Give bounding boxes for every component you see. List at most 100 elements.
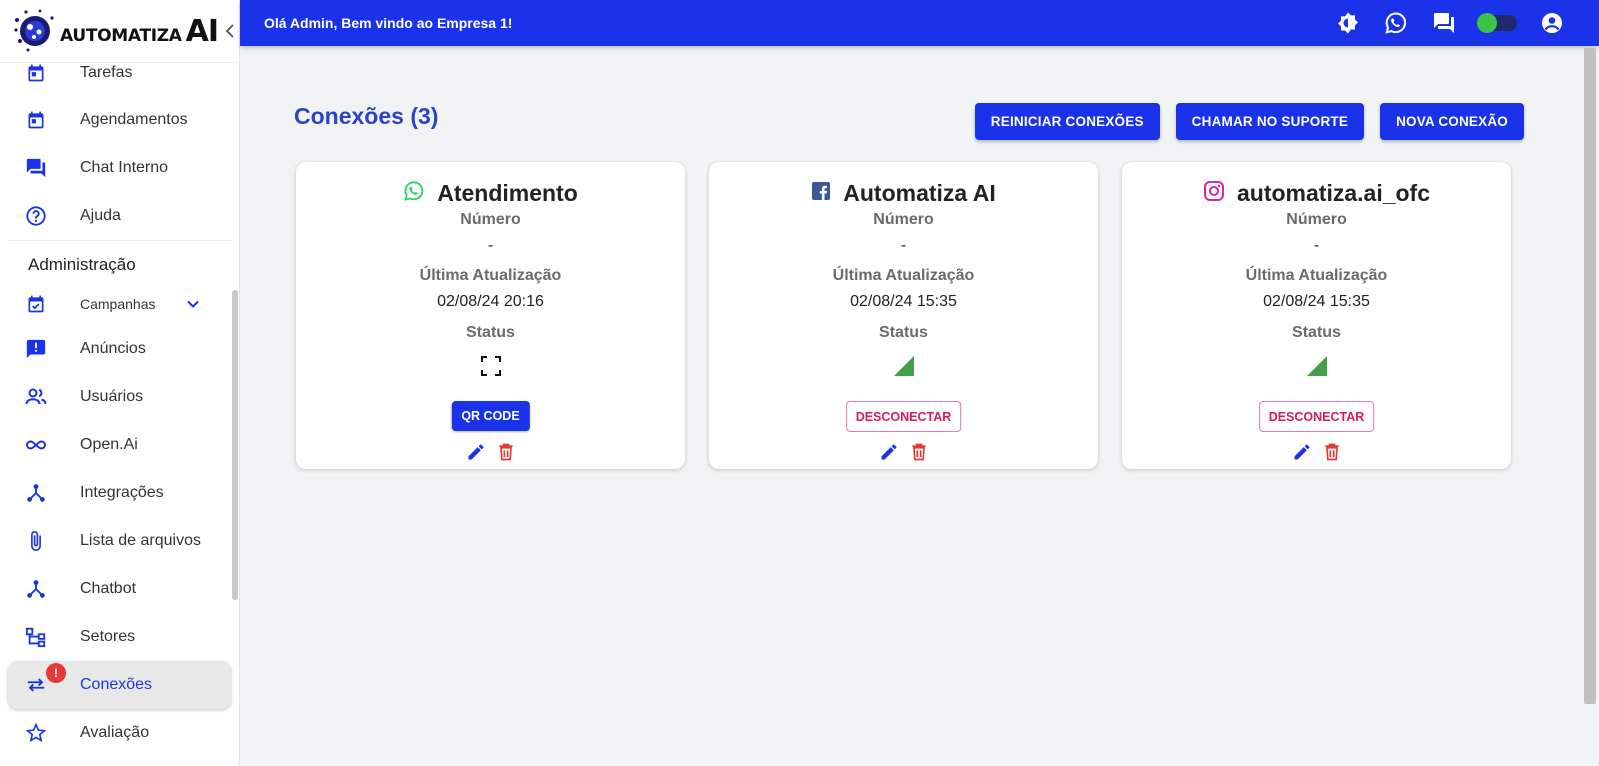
instagram-icon [1203,180,1225,207]
connection-name: Atendimento [437,180,578,206]
sidebar-item-label: Usuários [80,388,144,405]
sidebar-item-avaliacao[interactable]: Avaliação [0,709,239,757]
sidebar-item-chatbot[interactable]: Chatbot [0,565,239,613]
connection-card: Atendimento Número - Última Atualização … [296,162,685,469]
signal-icon [893,355,915,377]
delete-icon[interactable] [496,442,516,462]
sidebar-item-label: Integrações [80,484,164,501]
connections-grid: Atendimento Número - Última Atualização … [296,162,1511,469]
qr-code-button[interactable]: QR CODE [451,401,530,431]
number-label: Número [460,211,521,228]
sidebar-item-lista-arquivos[interactable]: Lista de arquivos [0,517,239,565]
sidebar-item-chat-interno[interactable]: Chat Interno [0,144,239,192]
chevron-left-icon[interactable] [223,22,237,40]
sidebar-item-label: Campanhas [80,296,156,312]
brain-logo-icon [12,8,58,54]
greeting-text: Olá Admin, Bem vindo ao Empresa 1! [264,15,513,31]
sidebar-item-label: Open.Ai [80,436,138,453]
page-title: Conexões (3) [294,103,439,129]
sidebar-menu-admin: Campanhas Anúncios Usuários Open.Ai Inte… [0,283,239,757]
sidebar-item-usuarios[interactable]: Usuários [0,373,239,421]
sidebar-item-integracoes[interactable]: Integrações [0,469,239,517]
event-available-icon [24,292,48,316]
sidebar-item-openai[interactable]: Open.Ai [0,421,239,469]
hub-icon [24,577,48,601]
updated-value: 02/08/24 15:35 [1263,293,1370,310]
sidebar-item-label: Setores [80,628,136,645]
whatsapp-icon [403,180,425,207]
call-support-button[interactable]: CHAMAR NO SUPORTE [1175,103,1365,140]
sidebar-item-ajuda[interactable]: Ajuda [0,192,239,240]
sidebar-item-conexoes[interactable]: ! Conexões [8,661,231,709]
disconnect-button[interactable]: DESCONECTAR [845,401,962,432]
connection-name: automatiza.ai_ofc [1237,180,1430,206]
sidebar-section-admin: Administração [28,255,136,274]
hub-icon [24,481,48,505]
sidebar-item-agendamentos[interactable]: Agendamentos [0,96,239,144]
forum-icon[interactable] [1431,10,1457,36]
forum-icon [24,156,48,180]
updated-label: Última Atualização [1245,267,1388,284]
delete-icon[interactable] [1322,442,1342,462]
connection-card: automatiza.ai_ofc Número - Última Atuali… [1122,162,1511,469]
number-value: - [487,237,494,254]
calendar-icon [24,61,48,85]
sidebar: AUTOMATIZA AI Tarefas Agendamentos Chat … [0,0,240,766]
account-tree-icon [24,625,48,649]
facebook-icon [811,181,831,206]
number-label: Número [1286,211,1347,228]
card-tools [296,442,685,462]
infinity-icon [24,433,48,457]
updated-value: 02/08/24 20:16 [437,293,544,310]
chevron-down-icon[interactable] [186,297,200,316]
account-circle-icon[interactable] [1539,10,1565,36]
card-header: Atendimento [296,180,685,207]
sidebar-item-tarefas[interactable]: Tarefas [0,61,239,85]
theme-toggle[interactable] [1477,13,1517,33]
edit-icon[interactable] [879,442,899,462]
delete-icon[interactable] [909,442,929,462]
card-header: Automatiza AI [709,180,1098,207]
toggle-knob [1477,13,1497,33]
sidebar-item-campanhas[interactable]: Campanhas [0,283,239,325]
restart-connections-button[interactable]: REINICIAR CONEXÕES [974,103,1160,140]
disconnect-button[interactable]: DESCONECTAR [1258,401,1375,432]
alert-badge: ! [46,663,66,683]
qr-code-scanner-icon [480,355,502,377]
sidebar-scrollbar[interactable] [232,290,238,600]
sidebar-item-label: Avaliação [80,724,150,741]
help-icon [24,204,48,228]
number-value: - [1313,237,1320,254]
calendar-icon [24,108,48,132]
brand-name: AUTOMATIZA AI [60,13,219,49]
sidebar-item-anuncios[interactable]: Anúncios [0,325,239,373]
number-label: Número [873,211,934,228]
card-header: automatiza.ai_ofc [1122,180,1511,207]
brand-ai: AI [185,13,219,49]
updated-value: 02/08/24 15:35 [850,293,957,310]
main-scrollbar[interactable] [1584,48,1596,704]
sidebar-item-label: Anúncios [80,340,146,357]
sidebar-item-label: Ajuda [80,207,121,224]
connection-card: Automatiza AI Número - Última Atualizaçã… [709,162,1098,469]
sidebar-item-setores[interactable]: Setores [0,613,239,661]
number-value: - [900,237,907,254]
brightness-icon[interactable] [1335,10,1361,36]
updated-label: Última Atualização [419,267,562,284]
signal-icon [1306,355,1328,377]
sidebar-item-label: Conexões [80,676,153,693]
top-bar: Olá Admin, Bem vindo ao Empresa 1! [240,0,1599,46]
edit-icon[interactable] [1292,442,1312,462]
top-bar-actions [1335,0,1565,46]
sidebar-item-label: Tarefas [80,64,133,81]
brand-word: AUTOMATIZA [60,25,182,46]
whatsapp-icon[interactable] [1383,10,1409,36]
status-label: Status [466,324,515,341]
sidebar-item-label: Lista de arquivos [80,532,201,549]
people-icon [24,385,48,409]
status-label: Status [879,324,928,341]
sidebar-item-label: Agendamentos [80,111,188,128]
edit-icon[interactable] [466,442,486,462]
page-actions: REINICIAR CONEXÕES CHAMAR NO SUPORTE NOV… [974,103,1524,140]
new-connection-button[interactable]: NOVA CONEXÃO [1380,103,1524,140]
